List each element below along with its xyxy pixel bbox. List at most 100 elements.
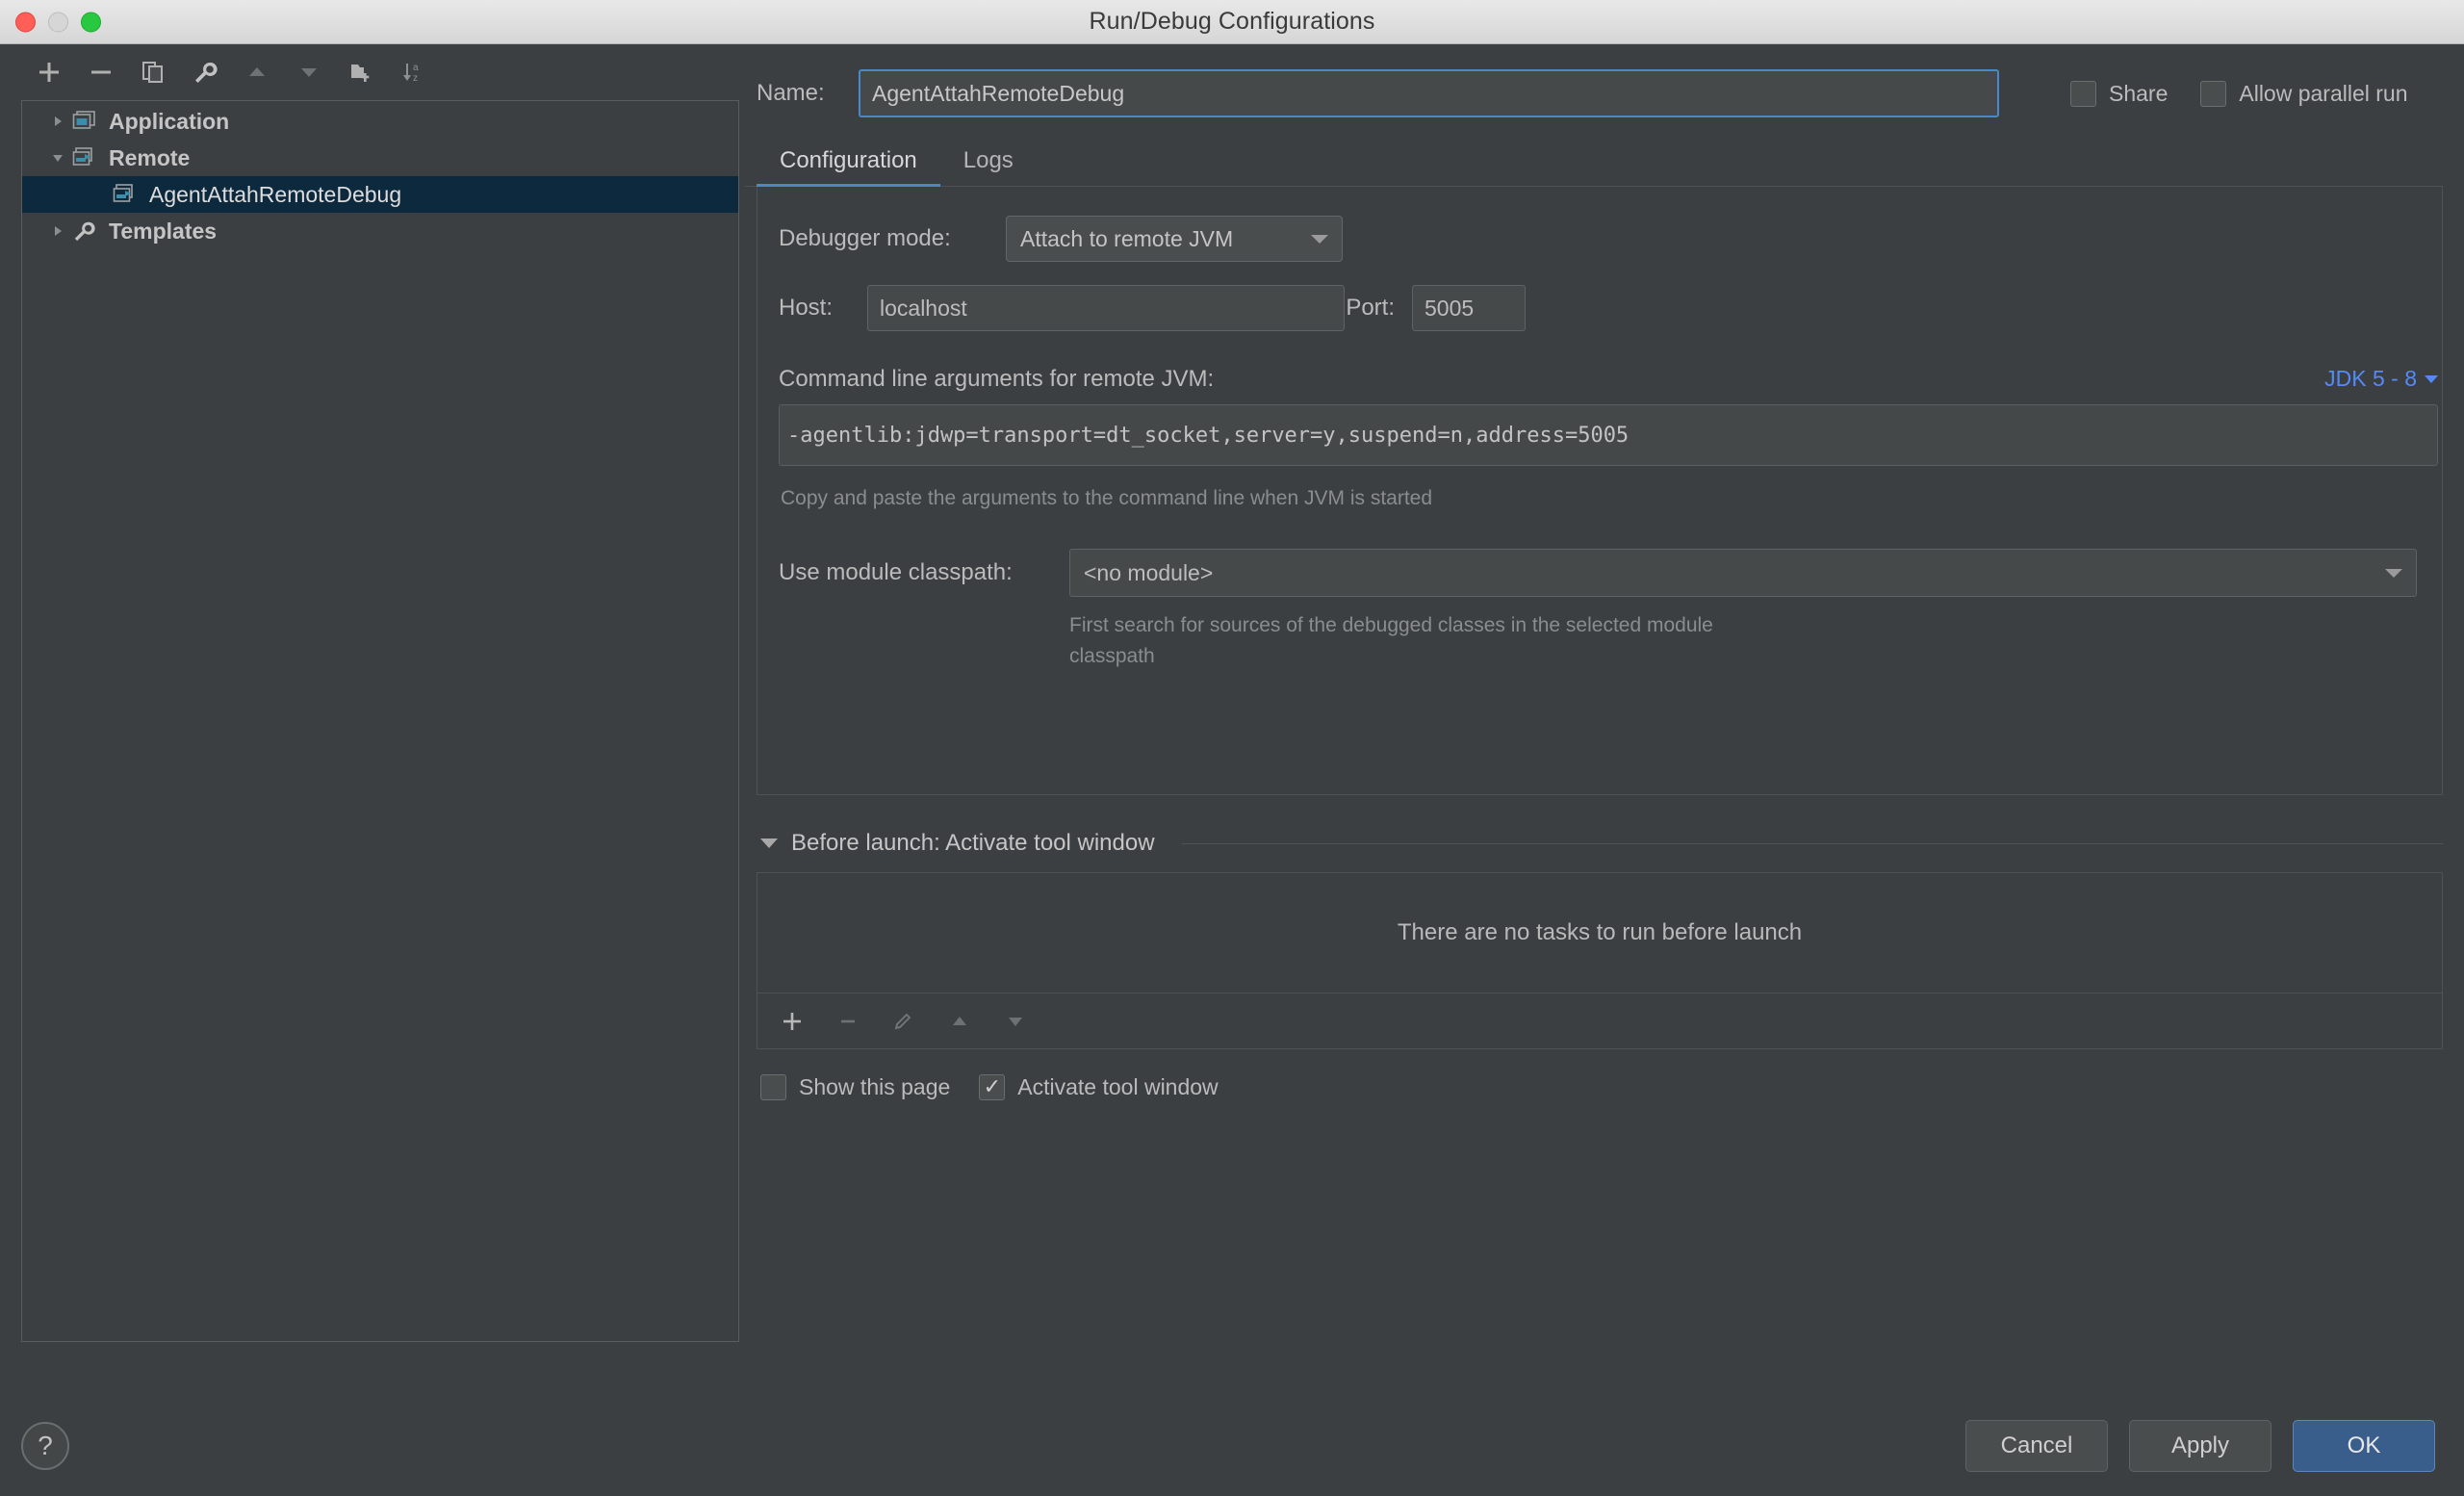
before-launch-title: Before launch: Activate tool window [791,830,1155,856]
share-label: Share [2109,80,2169,106]
remove-task-button[interactable] [823,998,873,1045]
svg-text:z: z [413,73,418,84]
remove-configuration-button[interactable] [77,50,125,94]
tab-logs[interactable]: Logs [940,147,1037,186]
tab-label: Configuration [780,147,917,173]
editor-tabs: Configuration Logs [745,135,2443,187]
copy-icon [142,62,163,83]
tab-configuration[interactable]: Configuration [757,147,940,187]
tree-item-application[interactable]: Application [22,103,738,140]
activate-tool-window-label: Activate tool window [1017,1074,1219,1099]
command-line-hint: Copy and paste the arguments to the comm… [781,487,1433,509]
command-line-arguments-field[interactable]: -agentlib:jdwp=transport=dt_socket,serve… [779,404,2438,466]
tree-item-label: Remote [109,144,191,170]
expand-arrow-collapsed-icon[interactable] [43,114,72,129]
before-launch-empty-text: There are no tasks to run before launch [1397,919,1803,945]
help-button[interactable]: ? [21,1422,69,1470]
section-divider [1181,842,2443,844]
allow-parallel-run-checkbox[interactable]: Allow parallel run [2200,80,2408,107]
debugger-mode-select[interactable]: Attach to remote JVM [1006,216,1343,262]
collapse-triangle-icon[interactable] [760,838,778,848]
run-debug-configurations-dialog: a z Application Remote AgentAttahRemoteD… [0,44,2464,1496]
task-move-down-button[interactable] [990,998,1040,1045]
footer-buttons: Cancel Apply OK [1965,1420,2435,1472]
before-launch-task-list[interactable]: There are no tasks to run before launch [757,872,2443,993]
command-line-label: Command line arguments for remote JVM: [779,366,1215,392]
arrow-down-icon [1009,1017,1022,1026]
chevron-down-icon [2425,374,2438,383]
task-move-up-button[interactable] [935,998,985,1045]
dialog-content: a z Application Remote AgentAttahRemoteD… [0,44,2464,1396]
tree-item-agentattahremotedebug[interactable]: AgentAttahRemoteDebug [22,176,738,213]
host-input[interactable] [867,285,1345,331]
window-title: Run/Debug Configurations [1089,8,1375,35]
activate-tool-window-checkbox[interactable]: ✓ Activate tool window [979,1073,1219,1100]
move-up-button[interactable] [233,50,281,94]
before-launch-header: Before launch: Activate tool window [757,830,2443,857]
name-input[interactable] [859,69,1999,117]
sort-alphabetically-button[interactable]: a z [389,50,437,94]
add-task-button[interactable] [767,998,817,1045]
show-this-page-checkbox[interactable]: Show this page [760,1074,950,1100]
pencil-icon [894,1013,911,1029]
show-this-page-label: Show this page [799,1074,951,1099]
wrench-icon [195,62,218,83]
folder-add-icon [351,64,370,82]
minus-icon [841,1019,855,1022]
tree-item-label: Application [109,108,230,134]
command-line-header: Command line arguments for remote JVM: J… [757,366,2442,393]
checkbox-box [2200,80,2227,107]
module-classpath-label: Use module classpath: [779,559,1013,585]
tree-item-templates[interactable]: Templates [22,213,738,249]
remote-icon [113,183,145,206]
move-into-folder-button[interactable] [337,50,385,94]
dialog-footer: ? Cancel Apply OK [0,1396,2464,1496]
tree-item-remote[interactable]: Remote [22,140,738,176]
traffic-lights [15,12,101,32]
add-configuration-button[interactable] [25,50,73,94]
port-input[interactable] [1412,285,1526,331]
copy-configuration-button[interactable] [129,50,177,94]
checkbox-box-checked: ✓ [979,1073,1006,1100]
help-icon: ? [38,1431,53,1460]
name-row-options: Share Allow parallel run [2070,80,2408,107]
edit-task-button[interactable] [879,998,929,1045]
expand-arrow-expanded-icon[interactable] [43,150,72,166]
tree-toolbar: a z [0,44,745,100]
checkmark-icon: ✓ [983,1073,1001,1098]
arrow-down-icon [301,68,317,77]
maximize-window-button[interactable] [81,12,101,32]
cancel-label: Cancel [2000,1432,2073,1458]
before-launch-toolbar [757,993,2443,1049]
svg-text:a: a [413,63,419,73]
checkbox-box [2070,80,2096,107]
configurations-tree[interactable]: Application Remote AgentAttahRemoteDebug… [21,100,739,1342]
ok-label: OK [2347,1432,2381,1458]
chevron-down-icon [1311,234,1328,244]
remote-icon [72,146,105,169]
command-line-arguments-value: -agentlib:jdwp=transport=dt_socket,serve… [787,423,1630,448]
cancel-button[interactable]: Cancel [1965,1420,2108,1472]
apply-button[interactable]: Apply [2129,1420,2272,1472]
module-classpath-select[interactable]: <no module> [1069,549,2417,597]
application-icon [72,110,105,133]
expand-arrow-collapsed-icon[interactable] [43,223,72,239]
share-checkbox[interactable]: Share [2070,80,2169,107]
ok-button[interactable]: OK [2293,1420,2435,1472]
module-classpath-row: Use module classpath: <no module> [757,549,2442,597]
before-launch-options: Show this page ✓ Activate tool window [757,1074,2443,1100]
configuration-tab-panel: Debugger mode: Attach to remote JVM Host… [757,187,2443,795]
tree-item-label: AgentAttahRemoteDebug [149,181,402,207]
close-window-button[interactable] [15,12,36,32]
jdk-version-label: JDK 5 - 8 [2324,366,2417,391]
allow-parallel-run-label: Allow parallel run [2239,80,2408,106]
tree-item-label: Templates [109,218,218,244]
before-launch-section: Before launch: Activate tool window Ther… [757,830,2443,1100]
plus-icon [783,1012,801,1030]
chevron-down-icon [2385,568,2402,578]
jdk-version-selector[interactable]: JDK 5 - 8 [2324,366,2438,392]
configuration-editor-panel: Name: Share Allow parallel run Configura… [745,44,2464,1396]
move-down-button[interactable] [285,50,333,94]
edit-templates-button[interactable] [181,50,229,94]
minimize-window-button[interactable] [48,12,68,32]
